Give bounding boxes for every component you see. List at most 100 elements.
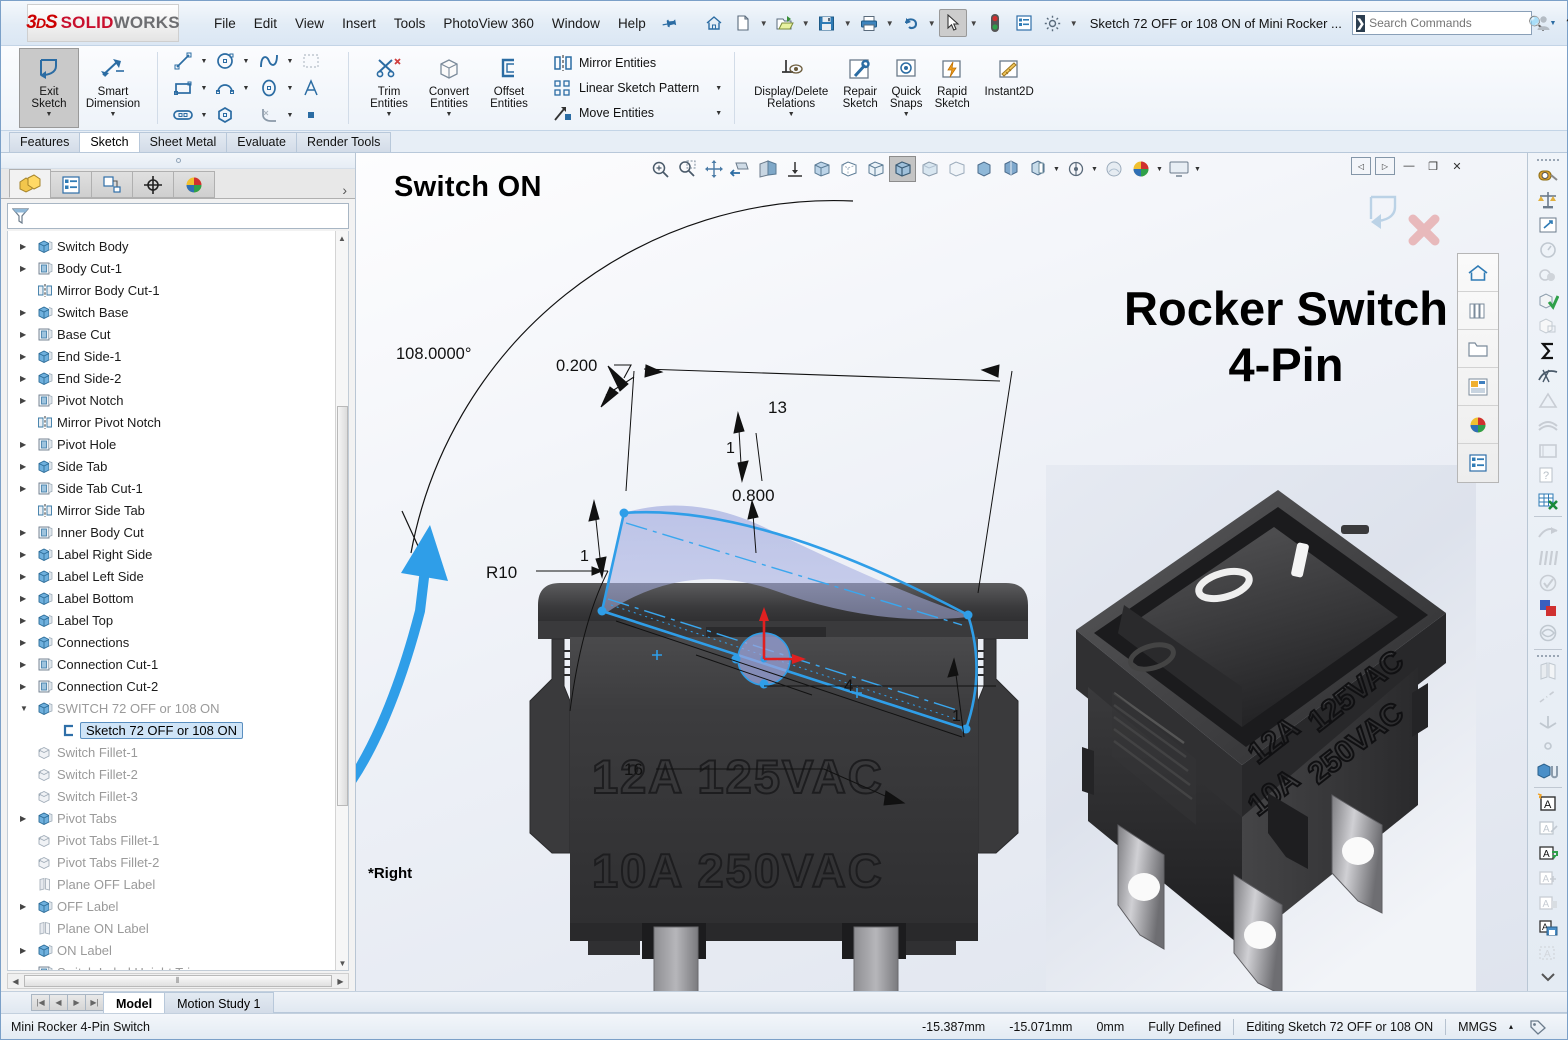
view-settings-icon[interactable] [1062, 156, 1089, 182]
tree-item-side-tab-cut-1[interactable]: ▶ Side Tab Cut-1 [8, 477, 348, 499]
status-units-caret[interactable]: ▴ [1509, 1022, 1529, 1031]
move-entities-button[interactable]: Move Entities ▼ [549, 101, 726, 125]
tree-item-pivot-notch[interactable]: ▶ Pivot Notch [8, 389, 348, 411]
plane-icon[interactable] [296, 48, 326, 74]
display-style-shaded-icon[interactable] [916, 156, 943, 182]
options-list-icon[interactable] [1010, 9, 1038, 37]
edit-appearance-icon[interactable] [1100, 156, 1127, 182]
tags-icon[interactable] [1529, 1019, 1561, 1035]
viewport-restore-right[interactable]: ▷ [1375, 157, 1395, 175]
feature-manager-tab[interactable] [9, 169, 51, 198]
mirror-entities-button[interactable]: Mirror Entities [549, 51, 726, 75]
compare-overlay-icon[interactable] [1531, 596, 1565, 621]
trim-entities-dropdown-caret[interactable]: ▼ [386, 111, 393, 118]
select-dropdown-caret[interactable]: ▼ [968, 19, 980, 28]
tree-item-end-side-2[interactable]: ▶ End Side-2 [8, 367, 348, 389]
tree-item-connection-cut-1[interactable]: ▶ Connection Cut-1 [8, 653, 348, 675]
fillet-icon[interactable] [254, 102, 284, 128]
tree-horizontal-scrollbar[interactable]: ◀ ⦀ ▶ [7, 973, 349, 989]
tree-item-switch-base[interactable]: ▶ Switch Base [8, 301, 348, 323]
nav-next[interactable]: ▶ [67, 994, 86, 1011]
feature-filter-bar[interactable] [7, 203, 349, 229]
tree-item-switch-72-off-or-108-on[interactable]: ▼ SWITCH 72 OFF or 108 ON [8, 697, 348, 719]
tree-item-mirror-body-cut-1[interactable]: Mirror Body Cut-1 [8, 279, 348, 301]
nav-last[interactable]: ▶| [85, 994, 104, 1011]
parting-line-icon[interactable] [1531, 413, 1565, 438]
tree-expand-arrow[interactable]: ▶ [20, 660, 34, 669]
rebuild-icon[interactable] [981, 9, 1009, 37]
fillet-dropdown-caret[interactable]: ▼ [284, 102, 296, 128]
user-account-icon[interactable] [1532, 10, 1556, 36]
feature-tree[interactable]: ▶ Switch Body ▶ Body Cut-1 Mirror Body Cut-1… [7, 231, 349, 971]
more-chevron-icon[interactable] [1531, 966, 1565, 991]
tree-item-label-bottom[interactable]: ▶ Label Bottom [8, 587, 348, 609]
undercut-detection-icon[interactable] [1531, 263, 1565, 288]
tree-item-end-side-1[interactable]: ▶ End Side-1 [8, 345, 348, 367]
draft-analysis-icon[interactable] [1531, 388, 1565, 413]
view-settings-dropdown-caret[interactable]: ▼ [1089, 156, 1100, 182]
solidworks-resources-icon[interactable] [1458, 254, 1498, 292]
open-document-icon[interactable] [771, 9, 799, 37]
tree-expand-arrow[interactable]: ▶ [20, 968, 34, 971]
display-style-draft-icon[interactable] [943, 156, 970, 182]
arc-icon[interactable] [210, 75, 240, 101]
hide-show-dropdown-icon[interactable] [997, 156, 1024, 182]
symmetry-check-icon[interactable] [1531, 621, 1565, 646]
measure-icon[interactable] [1531, 163, 1565, 188]
hscroll-left-arrow[interactable]: ◀ [8, 977, 23, 986]
scroll-thumb[interactable] [337, 406, 348, 806]
quick-snaps-dropdown-caret[interactable]: ▼ [903, 111, 910, 118]
tree-expand-arrow[interactable]: ▶ [20, 242, 34, 251]
display-style-hidden-lines-removed-icon[interactable] [862, 156, 889, 182]
undo-icon[interactable] [897, 9, 925, 37]
tree-expand-arrow[interactable]: ▶ [20, 528, 34, 537]
curvature-icon[interactable] [1531, 363, 1565, 388]
statistics-sigma-icon[interactable] [1531, 338, 1565, 363]
menu-item-edit[interactable]: Edit [245, 12, 286, 35]
tree-item-mirror-side-tab[interactable]: Mirror Side Tab [8, 499, 348, 521]
view-palette-icon[interactable] [1458, 368, 1498, 406]
thickness-analysis-icon[interactable] [1531, 438, 1565, 463]
tree-item-switch-fillet-2[interactable]: Switch Fillet-2 [8, 763, 348, 785]
viewport-restore[interactable]: ❐ [1423, 157, 1443, 175]
tree-expand-arrow[interactable]: ▶ [20, 594, 34, 603]
edit-annotation-icon[interactable]: A [1531, 816, 1565, 841]
tab-render-tools[interactable]: Render Tools [295, 132, 392, 152]
manager-expand-arrow[interactable]: › [342, 182, 347, 198]
property-manager-tab[interactable] [50, 171, 92, 198]
arc-dropdown-caret[interactable]: ▼ [240, 75, 252, 101]
slot-dropdown-caret[interactable]: ▼ [198, 102, 210, 128]
pan-icon[interactable] [700, 156, 727, 182]
menu-item-window[interactable]: Window [543, 12, 609, 35]
display-manager-tab[interactable] [173, 171, 215, 198]
tree-item-label-top[interactable]: ▶ Label Top [8, 609, 348, 631]
tree-item-label-right-side[interactable]: ▶ Label Right Side [8, 543, 348, 565]
display-dropdown-caret[interactable]: ▼ [1051, 156, 1062, 182]
tree-expand-arrow[interactable]: ▶ [20, 638, 34, 647]
zoom-to-area-icon[interactable] [673, 156, 700, 182]
display-state-icon[interactable] [1165, 156, 1192, 182]
spline-dropdown-caret[interactable]: ▼ [284, 48, 296, 74]
new-document-icon[interactable] [729, 9, 757, 37]
rectangle-icon[interactable] [168, 75, 198, 101]
tree-item-side-tab[interactable]: ▶ Side Tab [8, 455, 348, 477]
performance-evaluation-icon[interactable] [1531, 238, 1565, 263]
display-style-hidden-lines-visible-icon[interactable] [835, 156, 862, 182]
tree-item-on-label[interactable]: ▶ ON Label [8, 939, 348, 961]
select-cursor-icon[interactable] [938, 9, 967, 37]
tree-item-pivot-tabs-fillet-1[interactable]: Pivot Tabs Fillet-1 [8, 829, 348, 851]
circle-icon[interactable] [210, 48, 240, 74]
tree-expand-arrow[interactable]: ▶ [20, 572, 34, 581]
print-icon[interactable] [855, 9, 883, 37]
offset-entities-button[interactable]: Offset Entities [479, 48, 539, 128]
hscroll-right-arrow[interactable]: ▶ [333, 977, 348, 986]
hscroll-thumb[interactable]: ⦀ [24, 975, 332, 987]
tree-item-base-cut[interactable]: ▶ Base Cut [8, 323, 348, 345]
tree-item-pivot-tabs[interactable]: ▶ Pivot Tabs [8, 807, 348, 829]
instant2d-button[interactable]: Instant2D [975, 48, 1043, 128]
save-icon[interactable] [813, 9, 841, 37]
scene-dropdown-caret[interactable]: ▼ [1154, 156, 1165, 182]
tree-expand-arrow[interactable]: ▶ [20, 440, 34, 449]
convert-entities-button[interactable]: Convert Entities ▼ [419, 48, 479, 128]
quick-snaps-button[interactable]: Quick Snaps ▼ [883, 48, 929, 128]
